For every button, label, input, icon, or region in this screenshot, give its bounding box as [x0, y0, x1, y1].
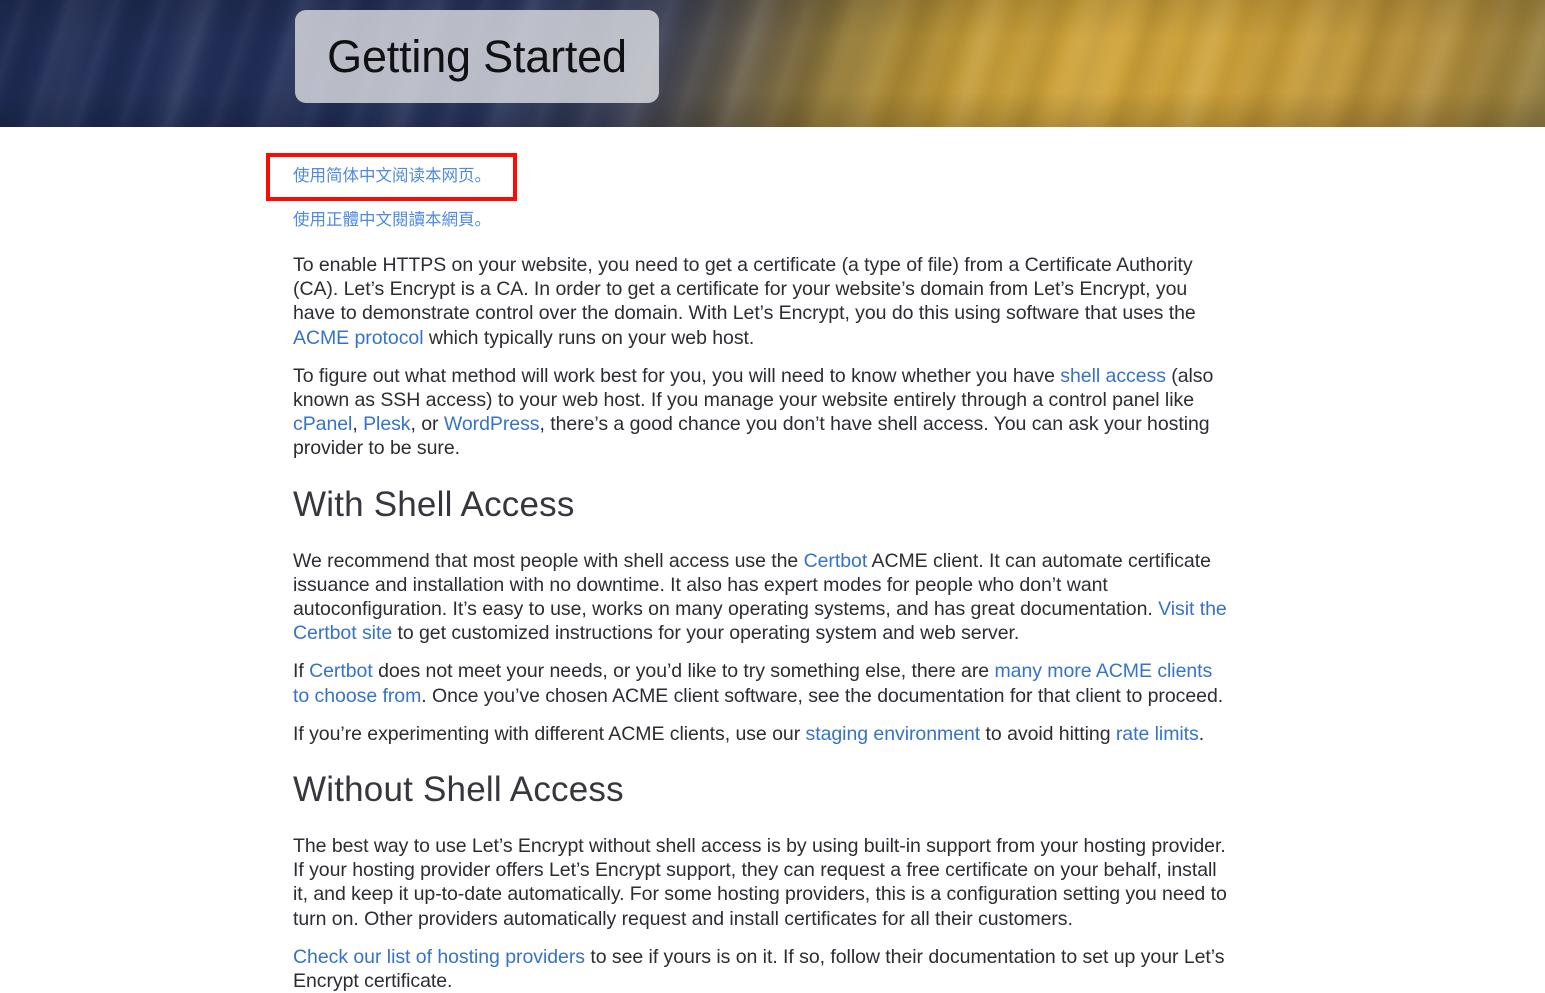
intro-paragraph-1: To enable HTTPS on your website, you nee… [293, 253, 1233, 350]
intro-p2-text-d: , or [410, 413, 444, 436]
intro-p2-text-a: To figure out what method will work best… [293, 364, 1061, 387]
banner-vignette [0, 0, 1545, 127]
traditional-chinese-link-row: 使用正體中文閱讀本網頁。 [293, 209, 1233, 233]
link-staging-environment[interactable]: staging environment [806, 723, 981, 745]
intro-p1-text-a: To enable HTTPS on your website, you nee… [293, 253, 1196, 325]
link-shell-access[interactable]: shell access [1060, 365, 1166, 387]
simplified-chinese-highlight-box: 使用简体中文阅读本网页。 [266, 153, 517, 201]
with-shell-paragraph-2: If Certbot does not meet your needs, or … [293, 659, 1233, 707]
ws-p3-text-a: If you’re experimenting with different A… [293, 722, 806, 745]
link-simplified-chinese[interactable]: 使用简体中文阅读本网页。 [293, 167, 491, 185]
link-wordpress[interactable]: WordPress [444, 413, 540, 435]
article-body: 使用简体中文阅读本网页。 使用正體中文閱讀本網頁。 To enable HTTP… [266, 127, 1233, 993]
with-shell-paragraph-3: If you’re experimenting with different A… [293, 722, 1233, 746]
banner-texture-streaks [0, 0, 1545, 127]
ws-p3-text-c: . [1198, 722, 1205, 745]
banner-texture-streaks-secondary [0, 0, 1545, 127]
link-hosting-providers-list[interactable]: Check our list of hosting providers [293, 946, 585, 968]
link-acme-protocol[interactable]: ACME protocol [293, 327, 424, 349]
heading-without-shell-access: Without Shell Access [293, 769, 624, 809]
ws-p1-text-a: We recommend that most people with shell… [293, 549, 804, 572]
without-shell-paragraph-2: Check our list of hosting providers to s… [293, 945, 1233, 993]
ws-p2-text-b: does not meet your needs, or you’d like … [372, 660, 995, 683]
link-plesk[interactable]: Plesk [363, 413, 410, 435]
intro-p1-text-b: which typically runs on your web host. [423, 326, 755, 349]
link-cpanel[interactable]: cPanel [293, 413, 352, 435]
ws-p2-text-c: . Once you’ve chosen ACME client softwar… [421, 684, 1224, 707]
heading-with-shell-access: With Shell Access [293, 484, 575, 524]
language-links: 使用简体中文阅读本网页。 使用正體中文閱讀本網頁。 [266, 127, 1233, 233]
link-certbot[interactable]: Certbot [804, 550, 868, 572]
page-title: Getting Started [327, 31, 627, 82]
ws-p1-text-c: to get customized instructions for your … [392, 622, 1020, 645]
with-shell-paragraph-1: We recommend that most people with shell… [293, 549, 1233, 646]
ws-p3-text-b: to avoid hitting [980, 722, 1116, 745]
intro-p2-text-c: , [352, 413, 364, 436]
link-rate-limits[interactable]: rate limits [1116, 723, 1199, 745]
without-shell-paragraph-1: The best way to use Let’s Encrypt withou… [293, 834, 1227, 930]
ws-p2-text-a: If [293, 660, 310, 683]
link-traditional-chinese[interactable]: 使用正體中文閱讀本網頁。 [293, 211, 491, 229]
page-banner: Getting Started [0, 0, 1545, 127]
link-certbot-secondary[interactable]: Certbot [309, 660, 373, 682]
page-title-box: Getting Started [295, 10, 659, 103]
intro-paragraph-2: To figure out what method will work best… [293, 364, 1233, 461]
